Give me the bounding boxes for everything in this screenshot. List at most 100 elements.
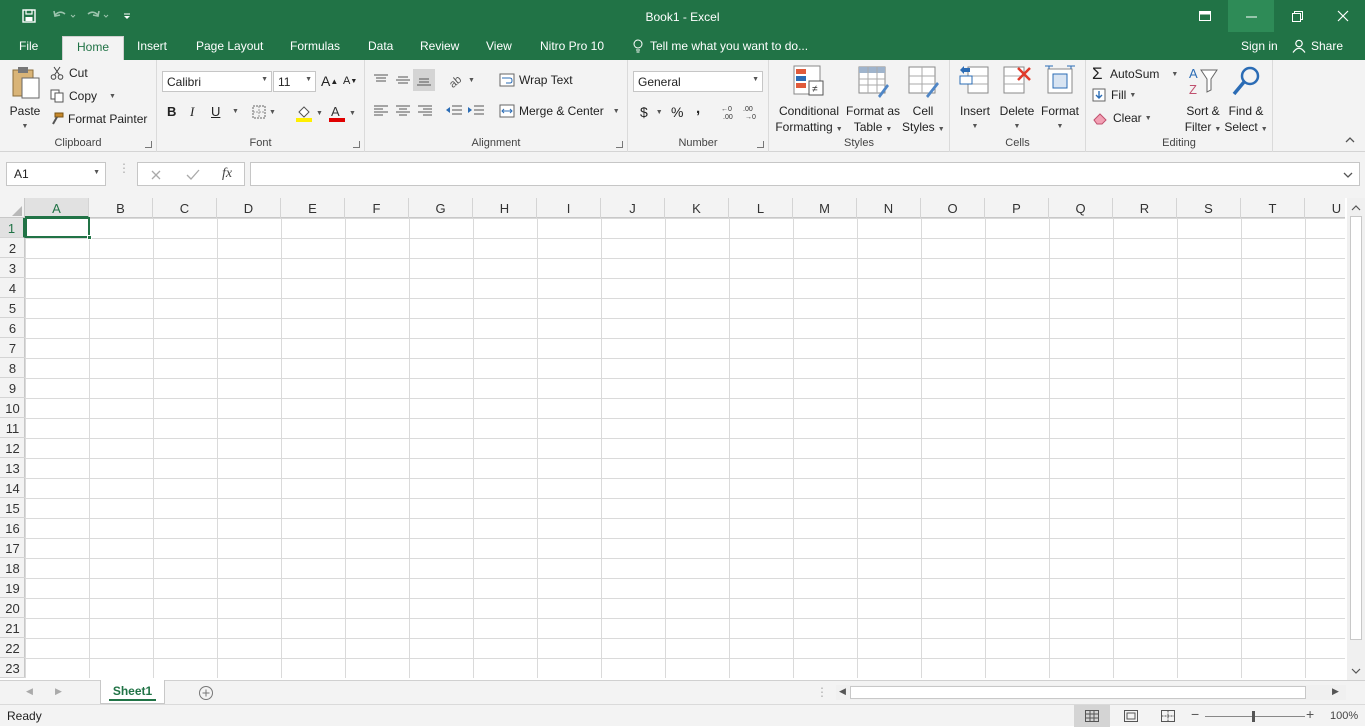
fill-color-icon[interactable]: ▼ [295,104,323,122]
comma-button[interactable]: , [696,100,700,117]
zoom-level[interactable]: 100% [1330,710,1358,722]
middle-align-icon[interactable] [395,73,411,87]
format-as-table-button[interactable]: Format as Table ▼ [845,64,901,138]
number-format-select[interactable]: General ▼ [633,71,763,92]
font-color-icon[interactable]: A ▼ [328,104,356,122]
prev-sheet-icon[interactable]: ◀ [26,686,33,697]
formula-input[interactable] [250,162,1360,186]
currency-button[interactable]: $ ▼ [640,104,663,120]
row-header[interactable]: 12 [0,438,25,458]
horizontal-scroll-thumb[interactable] [850,686,1306,699]
scroll-right-icon[interactable]: ▶ [1332,686,1339,697]
font-size-select[interactable]: 11 ▼ [273,71,316,92]
collapse-ribbon-icon[interactable] [1345,136,1355,144]
row-header[interactable]: 7 [0,338,25,358]
new-sheet-icon[interactable] [198,685,214,701]
row-header[interactable]: 11 [0,418,25,438]
column-header[interactable]: D [217,198,281,218]
clipboard-launcher-icon[interactable] [145,141,152,148]
tab-view[interactable]: View [486,39,512,53]
column-header[interactable]: C [153,198,217,218]
ribbon-display-icon[interactable] [1182,0,1228,32]
format-painter-button[interactable]: Format Painter [50,112,147,126]
cell-styles-button[interactable]: Cell Styles ▼ [902,64,945,138]
column-header[interactable]: J [601,198,665,218]
bottom-align-icon[interactable] [413,69,435,91]
sort-filter-button[interactable]: AZ Sort & Filter ▼ [1183,64,1223,138]
tab-nitro[interactable]: Nitro Pro 10 [540,39,604,53]
restore-icon[interactable] [1274,0,1320,32]
scroll-down-icon[interactable] [1351,667,1361,675]
fill-button[interactable]: Fill ▼ [1092,88,1136,102]
cancel-entry-icon[interactable] [150,169,162,181]
zoom-out-icon[interactable]: − [1191,706,1199,722]
tab-file[interactable]: File [19,39,38,53]
row-header[interactable]: 19 [0,578,25,598]
column-header[interactable]: A [25,198,89,218]
next-sheet-icon[interactable]: ▶ [55,686,62,697]
align-center-icon[interactable] [395,104,411,118]
percent-button[interactable]: % [671,104,683,120]
increase-font-icon[interactable]: A ▲ [321,73,338,89]
zoom-slider-thumb[interactable] [1252,711,1255,722]
tab-formulas[interactable]: Formulas [290,39,340,53]
wrap-text-button[interactable]: Wrap Text [499,73,573,87]
column-header[interactable]: R [1113,198,1177,218]
italic-button[interactable]: I [190,104,194,120]
conditional-formatting-button[interactable]: ≠ Conditional Formatting ▼ [774,64,844,138]
fill-handle[interactable] [87,235,92,240]
share-button[interactable]: Share [1292,39,1343,53]
row-header[interactable]: 9 [0,378,25,398]
row-header[interactable]: 2 [0,238,25,258]
sheet-tab-sheet1[interactable]: Sheet1 [100,680,165,704]
tab-page-layout[interactable]: Page Layout [196,39,263,53]
row-header[interactable]: 4 [0,278,25,298]
insert-cells-button[interactable]: Insert ▼ [954,64,996,135]
row-header[interactable]: 1 [0,218,25,238]
confirm-entry-icon[interactable] [186,169,200,181]
delete-cells-button[interactable]: Delete ▼ [996,64,1038,135]
align-left-icon[interactable] [373,104,389,118]
decrease-font-icon[interactable]: A ▼ [343,75,357,87]
row-header[interactable]: 20 [0,598,25,618]
underline-dropdown-icon[interactable]: ▼ [229,108,239,115]
row-header[interactable]: 21 [0,618,25,638]
column-header[interactable]: E [281,198,345,218]
select-all-button[interactable] [0,198,25,218]
scroll-up-icon[interactable] [1351,204,1361,212]
column-header[interactable]: L [729,198,793,218]
expand-formula-bar-icon[interactable] [1343,168,1353,182]
selected-cell-a1[interactable] [25,217,92,240]
column-header[interactable]: M [793,198,857,218]
row-header[interactable]: 10 [0,398,25,418]
row-header[interactable]: 13 [0,458,25,478]
insert-function-icon[interactable]: fx [222,166,232,182]
row-header[interactable]: 16 [0,518,25,538]
column-header[interactable]: O [921,198,985,218]
borders-icon[interactable]: ▼ [252,105,276,119]
orientation-icon[interactable]: ab ▼ [447,72,475,88]
row-header[interactable]: 5 [0,298,25,318]
font-launcher-icon[interactable] [353,141,360,148]
name-box[interactable]: A1 ▼ [6,162,106,186]
row-header[interactable]: 8 [0,358,25,378]
column-header[interactable]: I [537,198,601,218]
paste-button[interactable]: Paste ▼ [6,64,44,135]
name-box-dropdown-icon[interactable]: ▼ [93,169,100,176]
column-header[interactable]: S [1177,198,1241,218]
row-header[interactable]: 15 [0,498,25,518]
row-header[interactable]: 6 [0,318,25,338]
sign-in-link[interactable]: Sign in [1241,39,1278,53]
tab-home[interactable]: Home [62,36,125,60]
decrease-decimal-icon[interactable]: .00 →0 [743,104,761,120]
cell-area[interactable] [25,218,1345,678]
column-header[interactable]: H [473,198,537,218]
alignment-launcher-icon[interactable] [616,141,623,148]
bold-button[interactable]: B [167,104,176,119]
tab-split-handle[interactable]: ⋮ [816,685,828,699]
close-icon[interactable] [1320,0,1365,32]
zoom-in-icon[interactable]: + [1306,706,1314,722]
row-header[interactable]: 22 [0,638,25,658]
underline-button[interactable]: U [211,104,220,119]
tab-review[interactable]: Review [420,39,459,53]
